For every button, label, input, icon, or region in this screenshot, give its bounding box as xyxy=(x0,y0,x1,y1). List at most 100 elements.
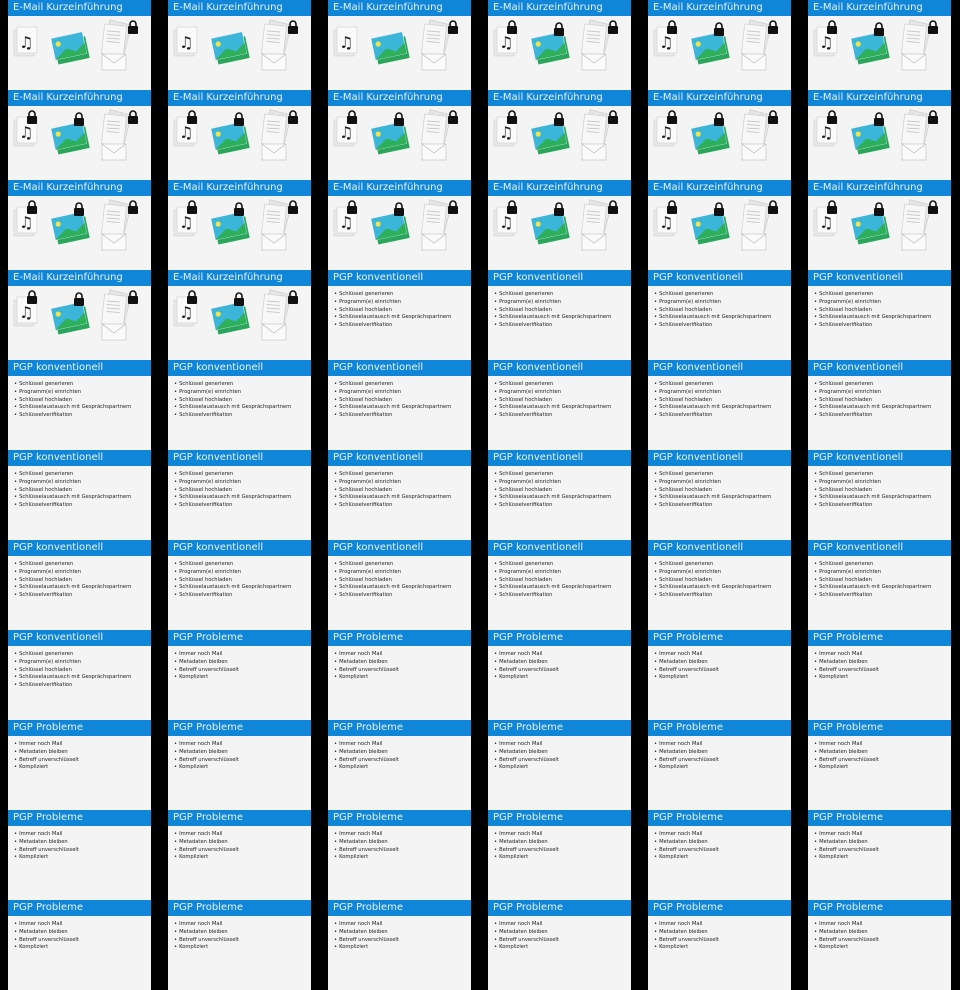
slide-title: PGP konventionell xyxy=(653,362,744,373)
slide-thumbnail[interactable]: E-Mail Kurzeinführung ♫ xyxy=(808,180,951,270)
slide-thumbnail[interactable]: PGP konventionell Schlüssel generierenPro… xyxy=(808,270,951,360)
slide-thumbnail[interactable]: PGP Probleme Immer noch MailMetadaten ble… xyxy=(808,630,951,720)
slide-thumbnail[interactable]: PGP Probleme Immer noch MailMetadaten ble… xyxy=(8,900,151,990)
slide-thumbnail[interactable]: PGP konventionell Schlüssel generierenPro… xyxy=(648,360,791,450)
slide-thumbnail[interactable]: PGP konventionell Schlüssel generierenPro… xyxy=(488,360,631,450)
slide-thumbnail[interactable]: PGP Probleme Immer noch MailMetadaten ble… xyxy=(168,720,311,810)
slide-thumbnail[interactable]: PGP konventionell Schlüssel generierenPro… xyxy=(328,360,471,450)
music-document-icon: ♫ xyxy=(173,26,198,57)
slide-thumbnail[interactable]: PGP Probleme Immer noch MailMetadaten ble… xyxy=(328,720,471,810)
slide-thumbnail[interactable]: E-Mail Kurzeinführung ♫ xyxy=(648,180,791,270)
bullet-item: Schlüsselverifikation xyxy=(494,592,611,600)
slide-thumbnail[interactable]: PGP Probleme Immer noch MailMetadaten ble… xyxy=(648,900,791,990)
slide-thumbnail[interactable]: PGP konventionell Schlüssel generierenPro… xyxy=(808,360,951,450)
bullet-item: Immer noch Mail xyxy=(174,651,239,659)
slide-title: PGP konventionell xyxy=(13,632,104,643)
slide-thumbnail[interactable]: E-Mail Kurzeinführung ♫ xyxy=(488,0,631,90)
slide-thumbnail[interactable]: E-Mail Kurzeinführung ♫ xyxy=(168,270,311,360)
bullet-item: Kompliziert xyxy=(14,764,79,772)
slide-thumbnail[interactable]: E-Mail Kurzeinführung ♫ xyxy=(648,90,791,180)
slide-title: PGP Probleme xyxy=(653,722,724,733)
slide-thumbnail[interactable]: PGP konventionell Schlüssel generierenPro… xyxy=(488,540,631,630)
slide-thumbnail[interactable]: PGP Probleme Immer noch MailMetadaten ble… xyxy=(648,630,791,720)
slide-thumbnail[interactable]: PGP Probleme Immer noch MailMetadaten ble… xyxy=(8,810,151,900)
music-document-icon: ♫ xyxy=(333,26,358,57)
slide-bullet-list: Immer noch MailMetadaten bleibenBetreff … xyxy=(174,921,239,952)
lock-icon xyxy=(507,200,517,214)
slide-thumbnail[interactable]: PGP konventionell Schlüssel generierenPro… xyxy=(168,360,311,450)
bullet-item: Schlüssel generieren xyxy=(334,471,451,479)
envelope-icon xyxy=(421,53,447,71)
slide-thumbnail[interactable]: E-Mail Kurzeinführung ♫ xyxy=(648,0,791,90)
slide-thumbnail[interactable]: E-Mail Kurzeinführung ♫ xyxy=(808,0,951,90)
bullet-item: Schlüsselverifikation xyxy=(814,592,931,600)
bullet-item: Betreff unverschlüsselt xyxy=(14,847,79,855)
slide-thumbnail[interactable]: PGP Probleme Immer noch MailMetadaten ble… xyxy=(8,720,151,810)
slide-thumbnail[interactable]: PGP Probleme Immer noch MailMetadaten ble… xyxy=(328,630,471,720)
slide-thumbnail[interactable]: PGP konventionell Schlüssel generierenPro… xyxy=(8,540,151,630)
slide-thumbnail[interactable]: PGP konventionell Schlüssel generierenPro… xyxy=(328,270,471,360)
slide-thumbnail[interactable]: PGP konventionell Schlüssel generierenPro… xyxy=(488,450,631,540)
slide-thumbnail[interactable]: E-Mail Kurzeinführung ♫ xyxy=(168,90,311,180)
slide-title: E-Mail Kurzeinführung xyxy=(13,272,123,283)
slide-thumbnail[interactable]: PGP Probleme Immer noch MailMetadaten ble… xyxy=(648,810,791,900)
bullet-item: Schlüsselaustausch mit Gesprächspartnern xyxy=(654,494,771,502)
slide-thumbnail[interactable]: PGP konventionell Schlüssel generierenPro… xyxy=(808,450,951,540)
slide-thumbnail[interactable]: PGP Probleme Immer noch MailMetadaten ble… xyxy=(488,630,631,720)
slide-thumbnail[interactable]: E-Mail Kurzeinführung ♫ xyxy=(328,180,471,270)
slide-thumbnail[interactable]: PGP Probleme Immer noch MailMetadaten ble… xyxy=(648,720,791,810)
slide-title: PGP Probleme xyxy=(173,812,244,823)
bullet-item: Metadaten bleiben xyxy=(814,659,879,667)
slide-thumbnail[interactable]: PGP Probleme Immer noch MailMetadaten ble… xyxy=(808,810,951,900)
slide-title: PGP Probleme xyxy=(653,812,724,823)
slide-title: E-Mail Kurzeinführung xyxy=(173,92,283,103)
slide-thumbnail[interactable]: PGP Probleme Immer noch MailMetadaten ble… xyxy=(488,900,631,990)
slide-thumbnail[interactable]: PGP Probleme Immer noch MailMetadaten ble… xyxy=(168,630,311,720)
lock-icon xyxy=(128,290,138,304)
slide-thumbnail[interactable]: E-Mail Kurzeinführung ♫ xyxy=(328,0,471,90)
slide-thumbnail[interactable]: E-Mail Kurzeinführung ♫ xyxy=(328,90,471,180)
bullet-item: Immer noch Mail xyxy=(174,831,239,839)
slide-thumbnail[interactable]: PGP konventionell Schlüssel generierenPro… xyxy=(648,270,791,360)
slide-thumbnail[interactable]: PGP Probleme Immer noch MailMetadaten ble… xyxy=(328,900,471,990)
bullet-item: Betreff unverschlüsselt xyxy=(174,937,239,945)
slide-thumbnail[interactable]: PGP Probleme Immer noch MailMetadaten ble… xyxy=(488,720,631,810)
bullet-item: Kompliziert xyxy=(814,764,879,772)
slide-thumbnail[interactable]: PGP konventionell Schlüssel generierenPro… xyxy=(328,540,471,630)
slide-thumbnail[interactable]: PGP konventionell Schlüssel generierenPro… xyxy=(488,270,631,360)
slide-thumbnail[interactable]: PGP konventionell Schlüssel generierenPro… xyxy=(168,450,311,540)
slide-thumbnail[interactable]: PGP konventionell Schlüssel generierenPro… xyxy=(168,540,311,630)
slide-thumbnail[interactable]: E-Mail Kurzeinführung ♫ xyxy=(8,90,151,180)
bullet-item: Schlüssel generieren xyxy=(654,381,771,389)
image-icon xyxy=(850,31,890,65)
slide-thumbnail[interactable]: E-Mail Kurzeinführung ♫ xyxy=(488,180,631,270)
slide-thumbnail[interactable]: PGP konventionell Schlüssel generierenPro… xyxy=(8,360,151,450)
slide-title: E-Mail Kurzeinführung xyxy=(333,182,443,193)
slide-thumbnail[interactable]: PGP konventionell Schlüssel generierenPro… xyxy=(648,540,791,630)
slide-thumbnail[interactable]: PGP Probleme Immer noch MailMetadaten ble… xyxy=(808,720,951,810)
slide-thumbnail[interactable]: E-Mail Kurzeinführung ♫ xyxy=(8,0,151,90)
slide-thumbnail[interactable]: PGP Probleme Immer noch MailMetadaten ble… xyxy=(168,810,311,900)
slide-thumbnail[interactable]: PGP konventionell Schlüssel generierenPro… xyxy=(328,450,471,540)
slide-thumbnail[interactable]: E-Mail Kurzeinführung ♫ xyxy=(168,180,311,270)
slide-thumbnail[interactable]: PGP konventionell Schlüssel generierenPro… xyxy=(8,630,151,720)
slide-thumbnail[interactable]: E-Mail Kurzeinführung ♫ xyxy=(488,90,631,180)
slide-thumbnail[interactable]: E-Mail Kurzeinführung ♫ xyxy=(168,0,311,90)
slide-thumbnail[interactable]: E-Mail Kurzeinführung ♫ xyxy=(8,270,151,360)
bullet-item: Metadaten bleiben xyxy=(174,839,239,847)
lock-icon xyxy=(928,110,938,124)
slide-thumbnail[interactable]: E-Mail Kurzeinführung ♫ xyxy=(8,180,151,270)
bullet-item: Metadaten bleiben xyxy=(494,659,559,667)
slide-thumbnail[interactable]: PGP Probleme Immer noch MailMetadaten ble… xyxy=(488,810,631,900)
bullet-item: Programm(e) einrichten xyxy=(334,479,451,487)
slide-thumbnail[interactable]: E-Mail Kurzeinführung ♫ xyxy=(808,90,951,180)
slide-thumbnail[interactable]: PGP Probleme Immer noch MailMetadaten ble… xyxy=(328,810,471,900)
slide-title: PGP Probleme xyxy=(333,812,404,823)
slide-thumbnail[interactable]: PGP konventionell Schlüssel generierenPro… xyxy=(808,540,951,630)
bullet-item: Programm(e) einrichten xyxy=(14,479,131,487)
slide-thumbnail[interactable]: PGP Probleme Immer noch MailMetadaten ble… xyxy=(168,900,311,990)
slide-thumbnail[interactable]: PGP konventionell Schlüssel generierenPro… xyxy=(8,450,151,540)
slide-title: E-Mail Kurzeinführung xyxy=(493,182,603,193)
slide-thumbnail[interactable]: PGP konventionell Schlüssel generierenPro… xyxy=(648,450,791,540)
slide-thumbnail[interactable]: PGP Probleme Immer noch MailMetadaten ble… xyxy=(808,900,951,990)
